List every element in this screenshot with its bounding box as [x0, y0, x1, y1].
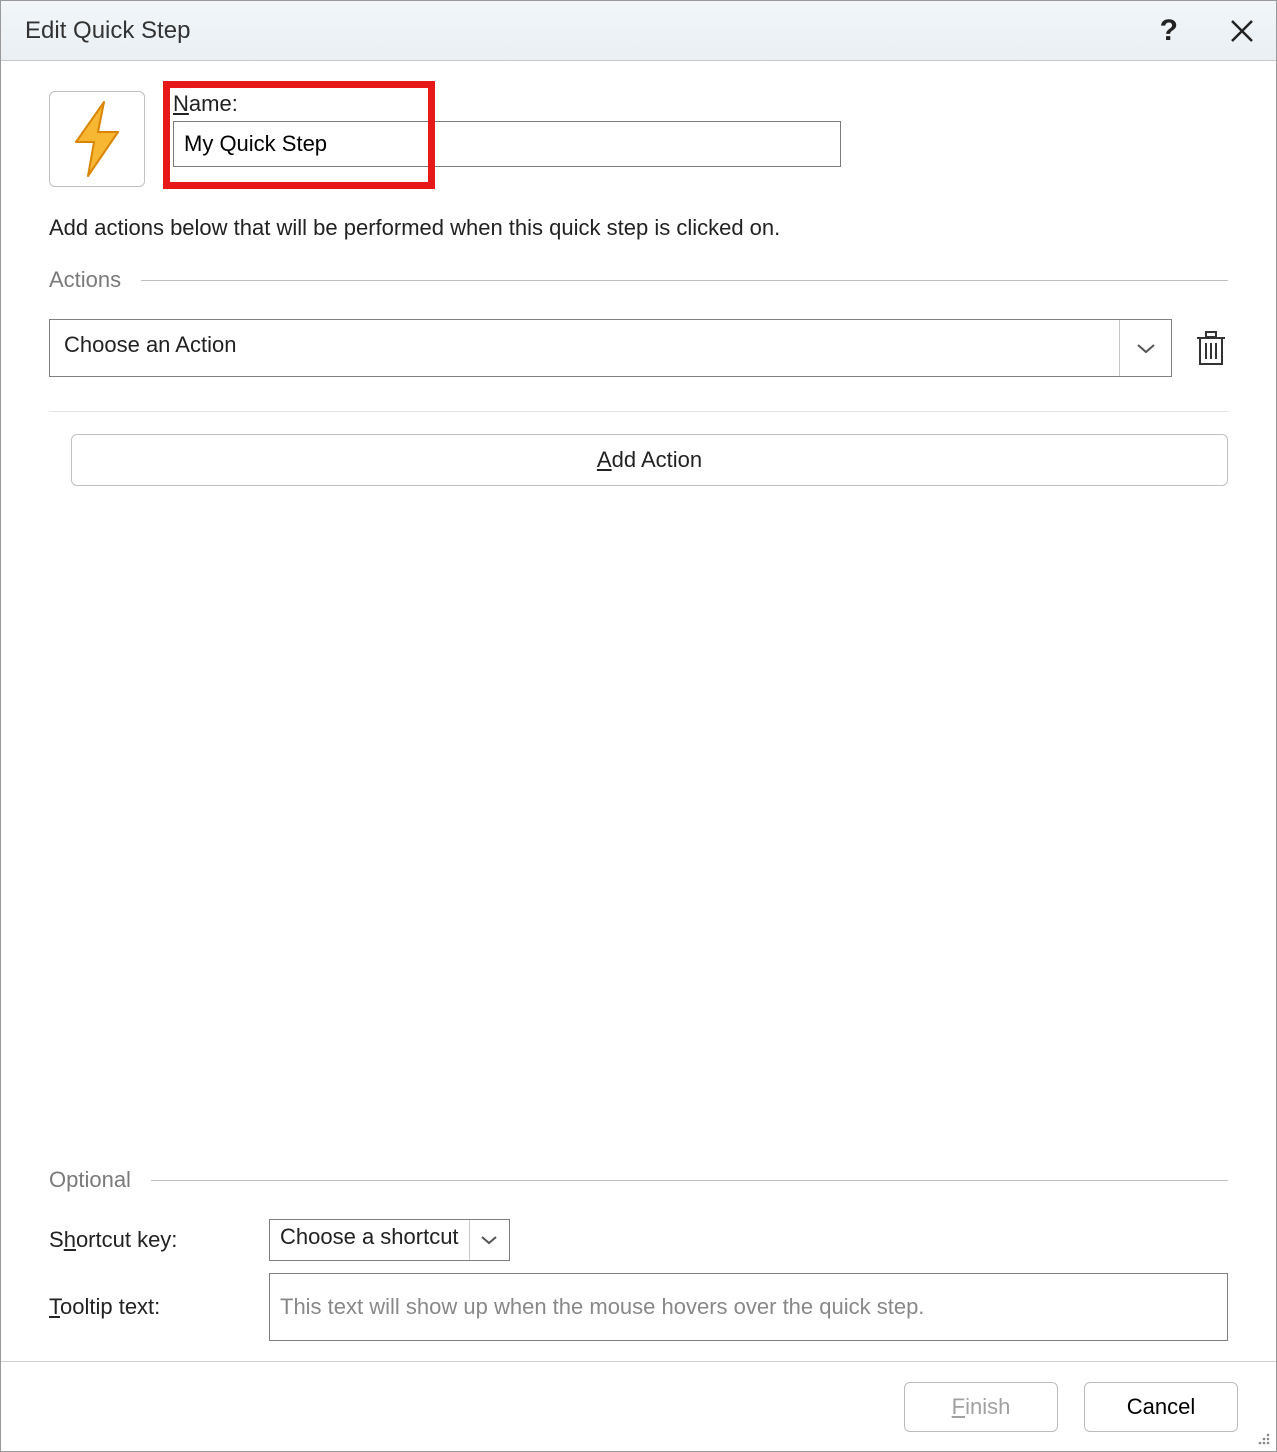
- titlebar-controls: ?: [1160, 14, 1256, 48]
- edit-quick-step-dialog: Edit Quick Step ? Name:: [0, 0, 1277, 1452]
- cancel-button[interactable]: Cancel: [1084, 1382, 1238, 1432]
- optional-section-header: Optional: [49, 1167, 1228, 1193]
- dialog-title: Edit Quick Step: [25, 17, 1160, 45]
- quick-step-icon-button[interactable]: [49, 91, 145, 187]
- shortcut-row: Shortcut key: Choose a shortcut: [49, 1219, 1228, 1261]
- choose-action-dropdown[interactable]: Choose an Action: [49, 319, 1172, 377]
- lightning-bolt-icon: [68, 100, 126, 178]
- shortcut-value: Choose a shortcut: [270, 1220, 469, 1260]
- actions-section-label: Actions: [49, 267, 121, 293]
- name-input[interactable]: [173, 121, 841, 167]
- titlebar: Edit Quick Step ?: [1, 1, 1276, 61]
- divider-line: [151, 1180, 1228, 1181]
- add-action-button[interactable]: Add Action: [71, 434, 1228, 486]
- choose-action-text: Choose an Action: [50, 320, 1119, 376]
- action-row: Choose an Action: [49, 319, 1228, 377]
- separator: [49, 411, 1228, 412]
- tooltip-row: Tooltip text:: [49, 1273, 1228, 1341]
- name-block: Name:: [173, 91, 841, 167]
- shortcut-arrow[interactable]: [469, 1220, 509, 1260]
- help-button[interactable]: ?: [1160, 14, 1178, 48]
- chevron-down-icon: [1135, 341, 1157, 355]
- dialog-content: Name: Add actions below that will be per…: [1, 61, 1276, 1361]
- optional-block: Optional Shortcut key: Choose a shortcut…: [49, 1167, 1228, 1341]
- delete-action-button[interactable]: [1194, 328, 1228, 368]
- resize-grip-icon[interactable]: [1254, 1429, 1272, 1447]
- close-button[interactable]: [1228, 17, 1256, 45]
- finish-button[interactable]: Finish: [904, 1382, 1058, 1432]
- optional-section-label: Optional: [49, 1167, 131, 1193]
- close-icon: [1228, 17, 1256, 45]
- description-text: Add actions below that will be performed…: [49, 215, 1228, 241]
- shortcut-dropdown[interactable]: Choose a shortcut: [269, 1219, 510, 1261]
- choose-action-arrow[interactable]: [1119, 320, 1171, 376]
- divider-line: [141, 280, 1228, 281]
- trash-icon: [1194, 328, 1228, 368]
- shortcut-label: Shortcut key:: [49, 1227, 249, 1253]
- tooltip-input[interactable]: [269, 1273, 1228, 1341]
- tooltip-label: Tooltip text:: [49, 1294, 249, 1320]
- dialog-footer: Finish Cancel: [1, 1361, 1276, 1451]
- name-label: Name:: [173, 91, 841, 117]
- chevron-down-icon: [480, 1234, 498, 1246]
- actions-section-header: Actions: [49, 267, 1228, 293]
